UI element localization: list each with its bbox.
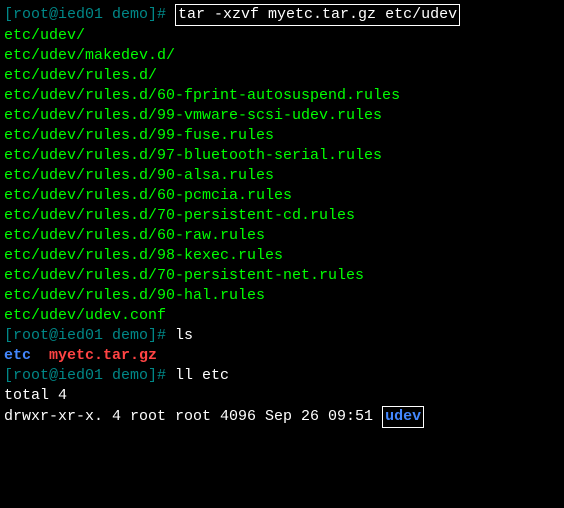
tar-output-line: etc/udev/rules.d/: [4, 66, 560, 86]
ls-sep: [31, 347, 49, 364]
prompt-line-3: [root@ied01 demo]# ll etc: [4, 366, 560, 386]
prompt-line-1: [root@ied01 demo]# tar -xzvf myetc.tar.g…: [4, 4, 560, 26]
prompt-userhost: [root@ied01 demo]#: [4, 367, 175, 384]
ll-entry-line: drwxr-xr-x. 4 root root 4096 Sep 26 09:5…: [4, 406, 560, 428]
ls-dir: etc: [4, 347, 31, 364]
tar-output-line: etc/udev/rules.d/99-fuse.rules: [4, 126, 560, 146]
prompt-line-2: [root@ied01 demo]# ls: [4, 326, 560, 346]
ls-file: myetc.tar.gz: [49, 347, 157, 364]
ll-perm: drwxr-xr-x. 4 root root 4096 Sep 26 09:5…: [4, 408, 382, 425]
tar-output-line: etc/udev/rules.d/98-kexec.rules: [4, 246, 560, 266]
tar-output-line: etc/udev/rules.d/99-vmware-scsi-udev.rul…: [4, 106, 560, 126]
ll-total-line: total 4: [4, 386, 560, 406]
ll-dir-boxed: udev: [382, 406, 424, 428]
prompt-userhost: [root@ied01 demo]#: [4, 327, 175, 344]
tar-output-line: etc/udev/rules.d/70-persistent-cd.rules: [4, 206, 560, 226]
ls-command: ls: [175, 327, 193, 344]
tar-output-line: etc/udev/makedev.d/: [4, 46, 560, 66]
tar-output-line: etc/udev/rules.d/60-pcmcia.rules: [4, 186, 560, 206]
tar-output-line: etc/udev/udev.conf: [4, 306, 560, 326]
tar-command-boxed: tar -xzvf myetc.tar.gz etc/udev: [175, 4, 460, 26]
ll-command: ll etc: [175, 367, 229, 384]
ls-output-line: etc myetc.tar.gz: [4, 346, 560, 366]
tar-output-line: etc/udev/rules.d/90-alsa.rules: [4, 166, 560, 186]
tar-output-line: etc/udev/rules.d/60-fprint-autosuspend.r…: [4, 86, 560, 106]
tar-output-line: etc/udev/rules.d/97-bluetooth-serial.rul…: [4, 146, 560, 166]
tar-output-line: etc/udev/rules.d/90-hal.rules: [4, 286, 560, 306]
tar-output-line: etc/udev/: [4, 26, 560, 46]
prompt-userhost: [root@ied01 demo]#: [4, 6, 175, 23]
tar-output-line: etc/udev/rules.d/60-raw.rules: [4, 226, 560, 246]
tar-output-line: etc/udev/rules.d/70-persistent-net.rules: [4, 266, 560, 286]
